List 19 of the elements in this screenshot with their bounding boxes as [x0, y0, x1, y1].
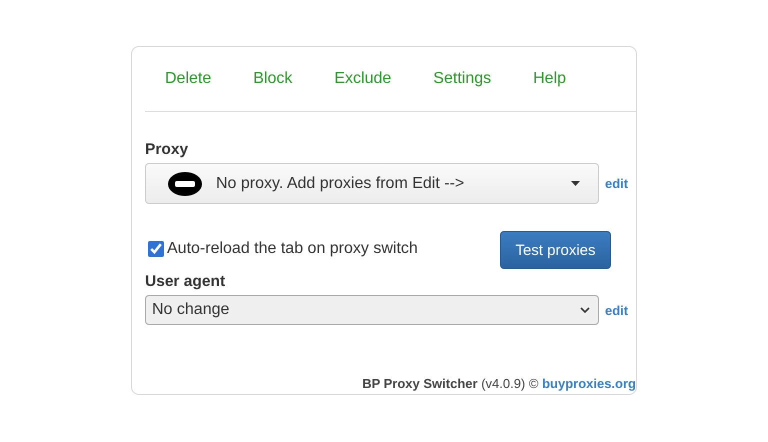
caret-icon	[571, 181, 580, 186]
footer-text: BP Proxy Switcher (v4.0.9) © buyproxies.org	[362, 376, 636, 391]
blocked-icon	[168, 172, 202, 196]
website-link[interactable]: buyproxies.org	[542, 376, 636, 391]
test-proxies-button[interactable]: Test proxies	[500, 231, 611, 269]
auto-reload-label: Auto-reload the tab on proxy switch	[167, 240, 418, 258]
menu-link[interactable]: Delete	[165, 69, 212, 111]
chevron-down-icon	[580, 307, 590, 313]
edit-link[interactable]: edit	[605, 176, 628, 191]
proxy-label: Proxy	[145, 141, 190, 159]
user-agent-dropdown[interactable]: No change	[145, 295, 599, 325]
menu-link[interactable]: Block	[253, 69, 292, 111]
edit-link[interactable]: edit	[605, 302, 628, 318]
auto-reload-checkbox[interactable]	[148, 241, 164, 257]
menu-link[interactable]: Help	[533, 69, 566, 111]
menu-link[interactable]: Settings	[433, 69, 492, 111]
proxy-dropdown[interactable]: No proxy. Add proxies from Edit -->	[145, 163, 599, 204]
menu-link[interactable]: Exclude	[334, 69, 392, 111]
user-agent-label: User agent	[145, 273, 226, 291]
